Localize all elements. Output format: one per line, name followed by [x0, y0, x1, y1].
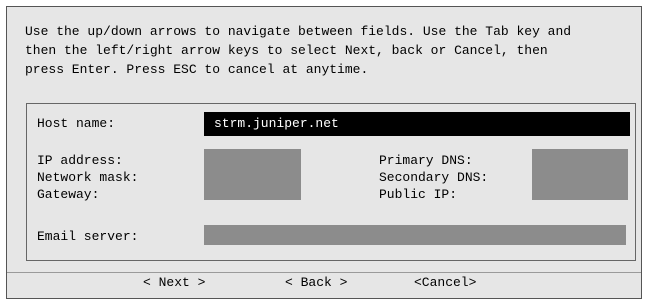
gateway-label: Gateway:	[37, 187, 100, 202]
button-bar: < Next > < Back > <Cancel>	[7, 273, 641, 293]
secondary-dns-field[interactable]	[532, 166, 628, 183]
setup-dialog: Use the up/down arrows to navigate betwe…	[6, 6, 642, 299]
public-ip-label: Public IP:	[379, 187, 458, 202]
next-button[interactable]: < Next >	[143, 273, 205, 293]
ip-address-label: IP address:	[37, 153, 123, 168]
cancel-button[interactable]: <Cancel>	[414, 273, 476, 293]
host-name-label: Host name:	[37, 116, 116, 131]
email-server-label: Email server:	[37, 229, 139, 244]
back-button[interactable]: < Back >	[285, 273, 347, 293]
network-mask-label: Network mask:	[37, 170, 139, 185]
primary-dns-label: Primary DNS:	[379, 153, 473, 168]
ip-address-field[interactable]	[204, 149, 301, 166]
public-ip-field[interactable]	[532, 183, 628, 200]
host-name-field[interactable]: strm.juniper.net	[204, 112, 630, 136]
secondary-dns-label: Secondary DNS:	[379, 170, 489, 185]
instructions-text: Use the up/down arrows to navigate betwe…	[25, 24, 572, 77]
network-settings-panel: Host name: strm.juniper.net IP address: …	[26, 103, 636, 261]
gateway-field[interactable]	[204, 183, 301, 200]
email-server-field[interactable]	[204, 225, 626, 245]
network-mask-field[interactable]	[204, 166, 301, 183]
primary-dns-field[interactable]	[532, 149, 628, 166]
